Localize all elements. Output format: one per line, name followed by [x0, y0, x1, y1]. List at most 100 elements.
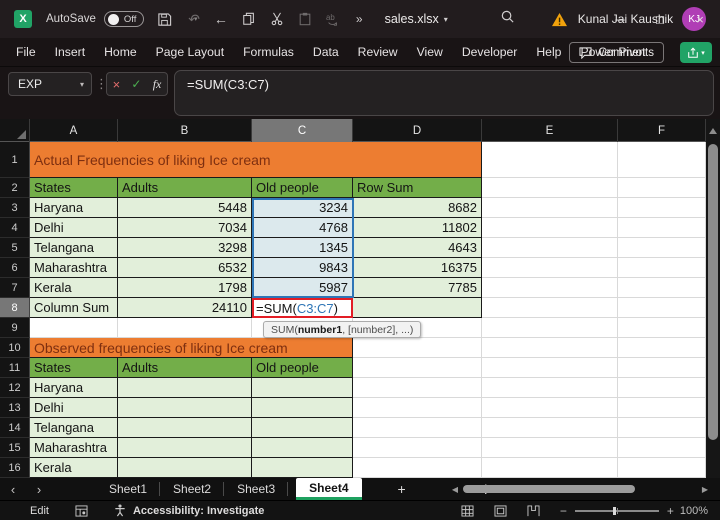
scroll-left-icon[interactable]: ◀ — [449, 485, 461, 494]
cell-E3[interactable] — [482, 198, 618, 218]
row-header-3[interactable]: 3 — [0, 198, 30, 218]
cell-E4[interactable] — [482, 218, 618, 238]
cell-E8[interactable] — [482, 298, 618, 318]
cell-A5[interactable]: Telangana — [30, 238, 118, 258]
cell-C4[interactable]: 4768 — [252, 218, 353, 238]
formula-edit-cell[interactable]: =SUM(C3:C7) — [252, 298, 353, 318]
accessibility-icon[interactable] — [114, 504, 126, 517]
page-layout-view-icon[interactable] — [494, 505, 507, 517]
paste-icon[interactable] — [296, 10, 314, 28]
row-header-1[interactable]: 1 — [0, 142, 30, 178]
cell-D3[interactable]: 8682 — [353, 198, 482, 218]
cell-D16[interactable] — [353, 458, 482, 478]
row-header-14[interactable]: 14 — [0, 418, 30, 438]
warning-icon[interactable] — [551, 12, 568, 27]
sheet-tab-sheet2[interactable]: Sheet2 — [160, 478, 224, 500]
copy-icon[interactable] — [240, 10, 258, 28]
save-icon[interactable] — [156, 10, 174, 28]
zoom-in-button[interactable]: + — [667, 504, 674, 518]
horizontal-scrollbar[interactable]: ◀ ▶ — [449, 478, 711, 500]
cell-D10[interactable] — [353, 338, 482, 358]
cell-D15[interactable] — [353, 438, 482, 458]
cell-F14[interactable] — [618, 418, 706, 438]
cell-E10[interactable] — [482, 338, 618, 358]
cell-E2[interactable] — [482, 178, 618, 198]
cell-A12[interactable]: Haryana — [30, 378, 118, 398]
tab-developer[interactable]: Developer — [460, 42, 520, 62]
document-title[interactable]: sales.xlsx ▾ — [385, 12, 448, 26]
horizontal-scrollbar-thumb[interactable] — [463, 485, 635, 493]
cell-F10[interactable] — [618, 338, 706, 358]
cell-B4[interactable]: 7034 — [118, 218, 252, 238]
cell-E1[interactable] — [482, 142, 618, 178]
zoom-slider[interactable] — [575, 510, 659, 512]
cell-A8[interactable]: Column Sum — [30, 298, 118, 318]
vertical-scrollbar-thumb[interactable] — [708, 144, 718, 440]
scroll-up-button[interactable] — [706, 119, 720, 142]
back-arrow-icon[interactable]: ← — [212, 10, 230, 28]
cell-E14[interactable] — [482, 418, 618, 438]
cell-A4[interactable]: Delhi — [30, 218, 118, 238]
column-header-F[interactable]: F — [618, 119, 706, 142]
tab-formulas[interactable]: Formulas — [241, 42, 296, 62]
cell-B14[interactable] — [118, 418, 252, 438]
cell-B15[interactable] — [118, 438, 252, 458]
tab-file[interactable]: File — [14, 42, 38, 62]
cancel-formula-button[interactable]: × — [113, 77, 121, 92]
enter-formula-button[interactable]: ✓ — [131, 77, 141, 91]
cell-B6[interactable]: 6532 — [118, 258, 252, 278]
cell-D8[interactable] — [353, 298, 482, 318]
zoom-level[interactable]: 100% — [680, 505, 708, 517]
sheet-tab-sheet3[interactable]: Sheet3 — [224, 478, 288, 500]
cell-A14[interactable]: Telangana — [30, 418, 118, 438]
insert-function-button[interactable]: fx — [153, 77, 162, 92]
cell-D4[interactable]: 11802 — [353, 218, 482, 238]
cell-E11[interactable] — [482, 358, 618, 378]
tab-page-layout[interactable]: Page Layout — [154, 42, 226, 62]
minimize-button[interactable]: ─ — [600, 0, 640, 38]
row-header-4[interactable]: 4 — [0, 218, 30, 238]
replace-icon[interactable]: ab — [324, 10, 342, 28]
column-header-D[interactable]: D — [353, 119, 482, 142]
cell-A9[interactable] — [30, 318, 118, 338]
cell-F13[interactable] — [618, 398, 706, 418]
cell-A10[interactable]: Observed frequencies of liking Ice cream — [30, 338, 353, 358]
cell-A1[interactable]: Actual Frequencies of liking Ice cream — [30, 142, 482, 178]
tab-home[interactable]: Home — [102, 42, 139, 62]
row-header-6[interactable]: 6 — [0, 258, 30, 278]
cell-B16[interactable] — [118, 458, 252, 478]
row-header-11[interactable]: 11 — [0, 358, 30, 378]
share-button[interactable]: ▾ — [680, 42, 712, 63]
cell-F16[interactable] — [618, 458, 706, 478]
cell-E5[interactable] — [482, 238, 618, 258]
search-icon[interactable] — [500, 9, 515, 29]
cell-C15[interactable] — [252, 438, 353, 458]
column-header-B[interactable]: B — [118, 119, 252, 142]
cell-E7[interactable] — [482, 278, 618, 298]
cell-B12[interactable] — [118, 378, 252, 398]
next-sheet-button[interactable]: › — [26, 482, 52, 497]
undo-icon[interactable]: ↶▾ — [184, 10, 202, 28]
cell-A7[interactable]: Kerala — [30, 278, 118, 298]
formula-input[interactable]: =SUM(C3:C7) — [174, 70, 714, 116]
prev-sheet-button[interactable]: ‹ — [0, 482, 26, 497]
cell-B11[interactable]: Adults — [118, 358, 252, 378]
tab-data[interactable]: Data — [311, 42, 341, 62]
cell-F4[interactable] — [618, 218, 706, 238]
macro-record-icon[interactable] — [75, 505, 88, 517]
cell-C13[interactable] — [252, 398, 353, 418]
row-header-16[interactable]: 16 — [0, 458, 30, 478]
zoom-slider-thumb[interactable] — [613, 507, 616, 515]
cell-C14[interactable] — [252, 418, 353, 438]
row-header-15[interactable]: 15 — [0, 438, 30, 458]
cell-E16[interactable] — [482, 458, 618, 478]
cell-F12[interactable] — [618, 378, 706, 398]
cell-D14[interactable] — [353, 418, 482, 438]
horizontal-scroll-track[interactable] — [461, 478, 699, 500]
cell-B2[interactable]: Adults — [118, 178, 252, 198]
cell-A16[interactable]: Kerala — [30, 458, 118, 478]
qat-overflow-chevron[interactable]: » — [356, 12, 363, 26]
column-header-A[interactable]: A — [30, 119, 118, 142]
cell-A11[interactable]: States — [30, 358, 118, 378]
cell-E9[interactable] — [482, 318, 618, 338]
